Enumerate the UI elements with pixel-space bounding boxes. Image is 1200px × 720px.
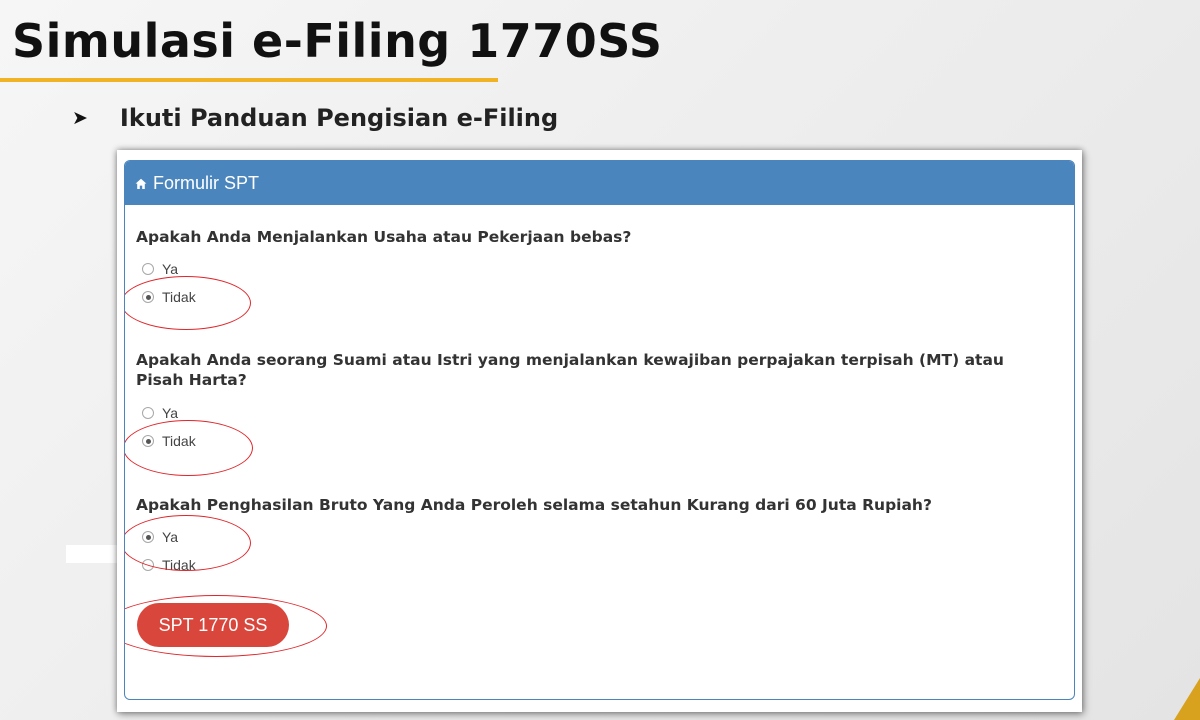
radio-usaha-ya[interactable]: Ya <box>142 261 178 277</box>
slide-subtitle: Ikuti Panduan Pengisian e-Filing <box>119 104 559 132</box>
radio-button-checked[interactable] <box>142 531 154 543</box>
radio-button-checked[interactable] <box>142 291 154 303</box>
radio-button[interactable] <box>142 407 154 419</box>
home-icon <box>135 178 147 189</box>
radio-pisah-ya[interactable]: Ya <box>142 405 178 421</box>
radio-button[interactable] <box>142 263 154 275</box>
question-penghasilan: Apakah Penghasilan Bruto Yang Anda Perol… <box>136 496 932 514</box>
title-underline <box>0 78 498 82</box>
arrow-bullet-icon: ➤ <box>72 107 88 129</box>
spt-form-panel: Formulir SPT Apakah Anda Menjalankan Usa… <box>124 160 1075 700</box>
radio-button[interactable] <box>142 559 154 571</box>
form-screenshot: Formulir SPT Apakah Anda Menjalankan Usa… <box>117 150 1082 712</box>
question-usaha: Apakah Anda Menjalankan Usaha atau Peker… <box>136 228 632 246</box>
radio-usaha-tidak[interactable]: Tidak <box>142 289 196 305</box>
question-pisah-harta: Apakah Anda seorang Suami atau Istri yan… <box>136 351 1004 389</box>
slide-title: Simulasi e-Filing 1770SS <box>12 14 663 68</box>
spt-1770ss-button[interactable]: SPT 1770 SS <box>137 603 289 647</box>
radio-penghasilan-ya[interactable]: Ya <box>142 529 178 545</box>
corner-decoration <box>1174 678 1200 720</box>
radio-button-checked[interactable] <box>142 435 154 447</box>
panel-heading: Formulir SPT <box>125 161 1074 205</box>
radio-pisah-tidak[interactable]: Tidak <box>142 433 196 449</box>
radio-penghasilan-tidak[interactable]: Tidak <box>142 557 196 573</box>
decorative-bar <box>66 545 122 563</box>
panel-heading-title: Formulir SPT <box>153 172 260 193</box>
subtitle-row: ➤ Ikuti Panduan Pengisian e-Filing <box>72 102 558 134</box>
